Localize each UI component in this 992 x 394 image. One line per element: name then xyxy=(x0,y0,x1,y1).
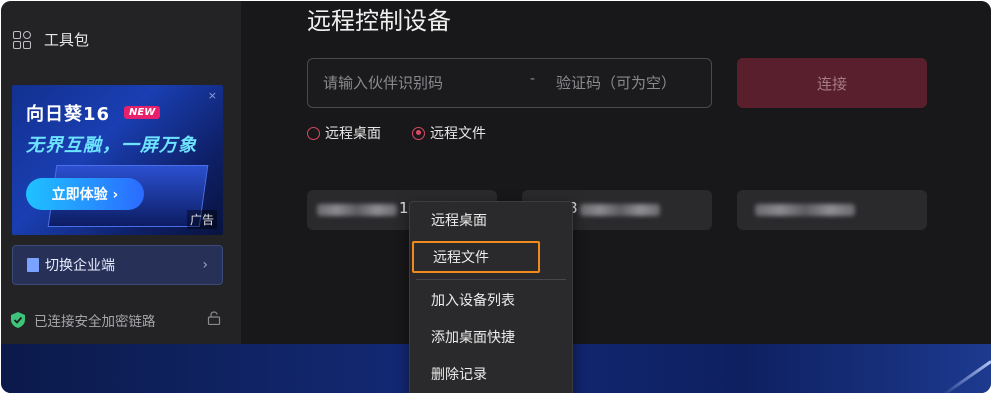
main-panel: 远程控制设备 - 连接 远程桌面 远程文件 1 8 xyxy=(241,1,991,344)
menu-item-remote-file[interactable]: 远程文件 xyxy=(412,241,540,273)
grid-icon xyxy=(13,30,31,49)
blurred-device-id xyxy=(317,204,397,216)
menu-item-add-to-list[interactable]: 加入设备列表 xyxy=(410,284,572,316)
radio-remote-file[interactable]: 远程文件 xyxy=(412,123,486,143)
radio-circle xyxy=(412,126,425,140)
radio-circle xyxy=(307,126,320,140)
radio-remote-desktop[interactable]: 远程桌面 xyxy=(307,123,381,143)
connect-button[interactable]: 连接 xyxy=(737,58,927,108)
lock-icon[interactable] xyxy=(207,311,221,325)
verify-code-input[interactable] xyxy=(554,59,708,107)
light-streak xyxy=(940,360,991,393)
switch-enterprise-label: 切换企业端 xyxy=(45,258,115,274)
sidebar: 工具包 × 向日葵16 NEW 无界互融，一屏万象 立即体验 › 广告 切换企业… xyxy=(1,1,241,344)
security-status: 已连接安全加密链路 xyxy=(11,310,223,330)
security-text: 已连接安全加密链路 xyxy=(34,314,156,330)
recent-device-card[interactable] xyxy=(737,190,927,230)
building-icon xyxy=(27,258,39,272)
context-menu: 远程桌面 远程文件 加入设备列表 添加桌面快捷 删除记录 xyxy=(409,201,573,393)
ad-close-icon[interactable]: × xyxy=(208,89,217,102)
ad-slogan: 无界互融，一屏万象 xyxy=(26,135,197,156)
shield-check-icon xyxy=(11,312,25,328)
input-separator: - xyxy=(530,71,536,87)
menu-item-delete-record[interactable]: 删除记录 xyxy=(410,358,572,390)
device-id-digit: 1 xyxy=(399,199,409,217)
page-title: 远程控制设备 xyxy=(307,7,451,35)
connect-input-box: - xyxy=(307,58,712,108)
ad-tag: 广告 xyxy=(186,210,217,229)
menu-item-remote-desktop[interactable]: 远程桌面 xyxy=(410,204,572,236)
ad-banner[interactable]: × 向日葵16 NEW 无界互融，一屏万象 立即体验 › 广告 xyxy=(12,85,223,235)
app-window: 工具包 × 向日葵16 NEW 无界互融，一屏万象 立即体验 › 广告 切换企业… xyxy=(1,1,991,393)
radio-label: 远程文件 xyxy=(430,126,486,142)
ad-title: 向日葵16 xyxy=(26,104,111,125)
menu-item-add-shortcut[interactable]: 添加桌面快捷 xyxy=(410,321,572,353)
blurred-device-id xyxy=(580,204,660,216)
partner-id-input[interactable] xyxy=(321,59,525,107)
chevron-right-icon: › xyxy=(202,257,208,273)
toolkit-label: 工具包 xyxy=(44,31,90,49)
toolkit-button[interactable]: 工具包 xyxy=(13,29,89,50)
radio-label: 远程桌面 xyxy=(325,126,381,142)
ad-new-badge: NEW xyxy=(124,106,161,119)
ad-try-button[interactable]: 立即体验 › xyxy=(26,178,144,210)
switch-enterprise-button[interactable]: 切换企业端 › xyxy=(12,245,223,285)
mode-radio-group: 远程桌面 远程文件 xyxy=(307,123,517,143)
menu-divider xyxy=(416,279,566,280)
blurred-device-id xyxy=(755,204,855,216)
